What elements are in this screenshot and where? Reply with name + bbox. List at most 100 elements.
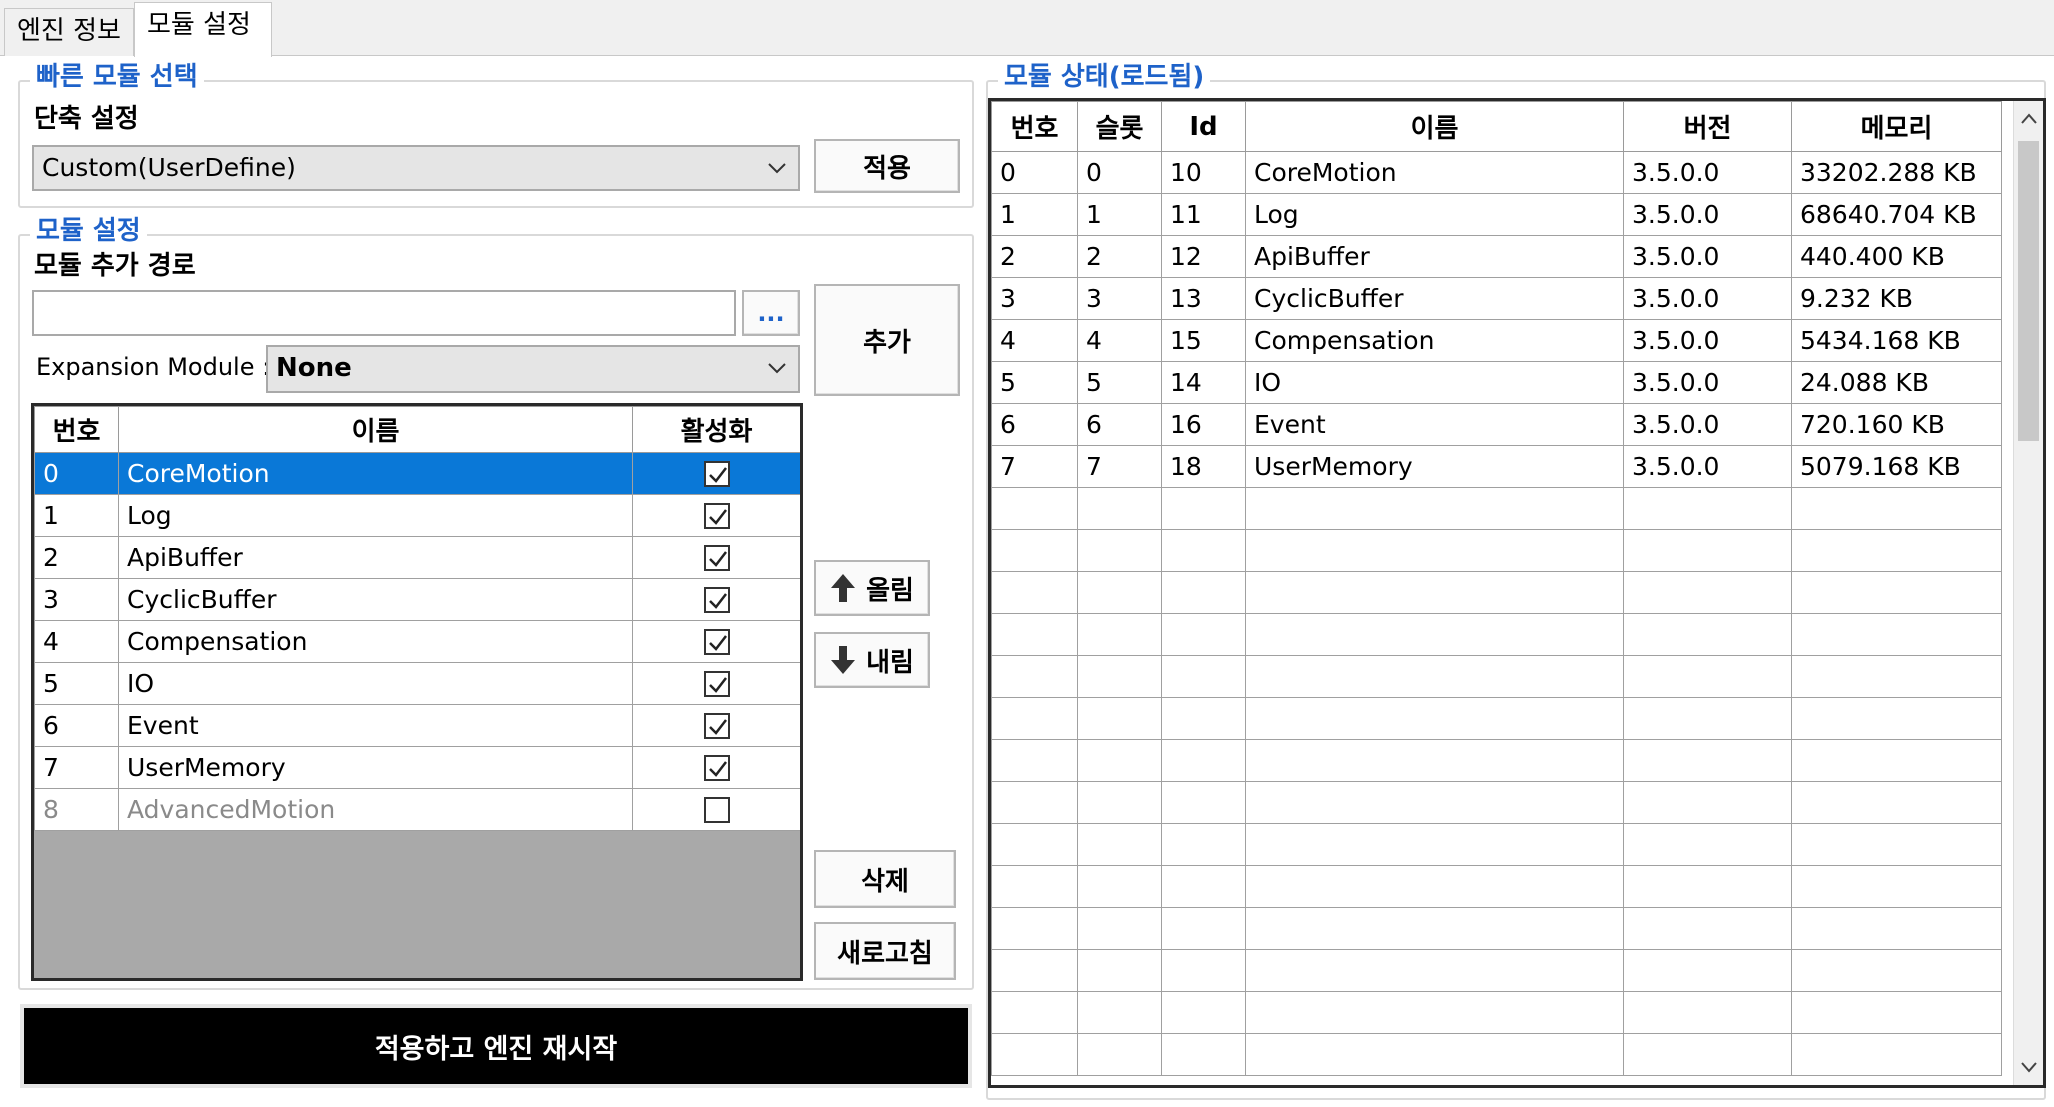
status-row[interactable]: 7 7 18 UserMemory 3.5.0.0 5079.168 KB [991,445,2002,488]
status-header-version[interactable]: 버전 [1623,101,1792,152]
status-empty-row [991,823,2002,866]
status-empty-row [991,991,2002,1034]
check-icon [708,634,727,651]
enable-checkbox[interactable] [703,502,730,529]
tab-label: 엔진 정보 [17,16,121,46]
module-row-name: AdvancedMotion [118,788,633,831]
status-empty-row [991,613,2002,656]
status-empty-cell [991,865,1078,908]
module-path-input[interactable] [32,290,736,336]
refresh-button[interactable]: 새로고침 [814,922,956,980]
status-header-id[interactable]: Id [1161,101,1246,152]
status-header-memory[interactable]: 메모리 [1791,101,2002,152]
status-header-no[interactable]: 번호 [991,101,1078,152]
status-empty-row [991,571,2002,614]
status-cell-no: 2 [991,235,1078,278]
status-header-name[interactable]: 이름 [1245,101,1624,152]
status-cell-id: 12 [1161,235,1246,278]
enable-checkbox[interactable] [703,544,730,571]
move-up-button[interactable]: 올림 [814,560,930,616]
module-row[interactable]: 6 Event [34,704,800,747]
status-empty-cell [1791,487,2002,530]
column-header-name[interactable]: 이름 [118,406,633,453]
status-cell-id: 15 [1161,319,1246,362]
enable-checkbox[interactable] [703,586,730,613]
status-cell-no: 4 [991,319,1078,362]
status-row[interactable]: 5 5 14 IO 3.5.0.0 24.088 KB [991,361,2002,404]
tab-module-settings[interactable]: 모듈 설정 [134,2,272,57]
status-empty-cell [1245,1033,1624,1076]
status-cell-name: Event [1245,403,1624,446]
delete-button[interactable]: 삭제 [814,850,956,908]
column-header-enabled[interactable]: 활성화 [632,406,800,453]
status-vertical-scrollbar[interactable] [2013,101,2043,1085]
status-empty-row [991,487,2002,530]
tab-strip: 엔진 정보 모듈 설정 [0,0,2054,57]
enable-checkbox[interactable] [703,460,730,487]
apply-restart-button[interactable]: 적용하고 엔진 재시작 [20,1004,972,1088]
enable-checkbox[interactable] [703,628,730,655]
module-row[interactable]: 4 Compensation [34,620,800,663]
module-row-no: 6 [34,704,119,747]
module-row[interactable]: 0 CoreMotion [34,452,800,495]
status-empty-cell [991,571,1078,614]
move-down-button[interactable]: 내림 [814,632,930,688]
status-row[interactable]: 1 1 11 Log 3.5.0.0 68640.704 KB [991,193,2002,236]
status-row[interactable]: 4 4 15 Compensation 3.5.0.0 5434.168 KB [991,319,2002,362]
enable-checkbox[interactable] [703,754,730,781]
browse-button[interactable]: ... [742,290,800,336]
status-row[interactable]: 0 0 10 CoreMotion 3.5.0.0 33202.288 KB [991,151,2002,194]
tab-engine-info[interactable]: 엔진 정보 [4,8,134,56]
status-empty-cell [1161,739,1246,782]
module-row[interactable]: 2 ApiBuffer [34,536,800,579]
status-header-slot[interactable]: 슬롯 [1077,101,1162,152]
module-status-table: 번호 슬롯 Id 이름 버전 메모리 0 0 10 CoreMotion 3.5.0.0… [991,101,2002,1076]
status-cell-slot: 4 [1077,319,1162,362]
module-row[interactable]: 8 AdvancedMotion [34,788,800,831]
enable-checkbox[interactable] [703,712,730,739]
expansion-module-combo[interactable]: None [266,345,800,393]
status-empty-cell [1791,865,2002,908]
module-row-name: Compensation [118,620,633,663]
status-row[interactable]: 6 6 16 Event 3.5.0.0 720.160 KB [991,403,2002,446]
shortcut-combo-value: Custom(UserDefine) [42,153,296,182]
module-row[interactable]: 3 CyclicBuffer [34,578,800,621]
module-row-no: 4 [34,620,119,663]
enable-checkbox[interactable] [703,796,730,823]
status-cell-name: CyclicBuffer [1245,277,1624,320]
status-empty-cell [1791,697,2002,740]
column-header-no[interactable]: 번호 [34,406,119,453]
arrow-up-icon [831,574,856,602]
status-cell-no: 5 [991,361,1078,404]
status-empty-row [991,655,2002,698]
status-empty-row [991,1033,2002,1076]
status-empty-cell [1245,697,1624,740]
status-cell-slot: 7 [1077,445,1162,488]
tab-label: 모듈 설정 [147,10,251,40]
status-empty-cell [991,991,1078,1034]
module-row[interactable]: 7 UserMemory [34,746,800,789]
quick-select-title: 빠른 모듈 선택 [30,62,204,92]
move-up-label: 올림 [866,575,914,606]
apply-shortcut-button[interactable]: 적용 [814,139,960,193]
add-module-button[interactable]: 추가 [814,284,960,396]
module-grid[interactable]: 번호 이름 활성화 0 CoreMotion 1 Log 2 ApiBuffer 3 Cycl… [31,403,803,981]
scrollbar-thumb[interactable] [2018,141,2039,441]
status-cell-slot: 5 [1077,361,1162,404]
module-row-name: CyclicBuffer [118,578,633,621]
status-empty-cell [1791,571,2002,614]
scroll-up-icon[interactable] [2019,109,2039,129]
scroll-down-icon[interactable] [2019,1057,2039,1077]
module-row-name: Log [118,494,633,537]
shortcut-label: 단축 설정 [34,104,139,134]
module-status-grid[interactable]: 번호 슬롯 Id 이름 버전 메모리 0 0 10 CoreMotion 3.5.0.0… [988,98,2046,1088]
status-cell-name: Compensation [1245,319,1624,362]
module-row[interactable]: 5 IO [34,662,800,705]
expansion-module-label: Expansion Module : [36,353,271,381]
arrow-down-icon [831,646,856,674]
status-row[interactable]: 2 2 12 ApiBuffer 3.5.0.0 440.400 KB [991,235,2002,278]
status-row[interactable]: 3 3 13 CyclicBuffer 3.5.0.0 9.232 KB [991,277,2002,320]
module-row[interactable]: 1 Log [34,494,800,537]
shortcut-combo[interactable]: Custom(UserDefine) [32,145,800,191]
enable-checkbox[interactable] [703,670,730,697]
